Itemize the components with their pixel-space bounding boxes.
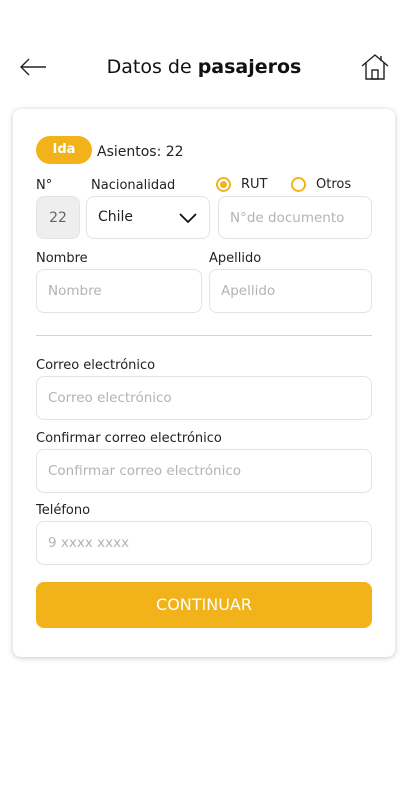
email-confirm-input[interactable] xyxy=(36,449,372,493)
nationality-value: Chile xyxy=(98,209,134,225)
home-button[interactable] xyxy=(360,52,390,82)
passenger-number: 22 xyxy=(36,196,80,239)
last-name-input[interactable] xyxy=(209,269,372,313)
page-title: Datos de pasajeros xyxy=(0,56,408,78)
nationality-select[interactable]: Chile xyxy=(86,196,210,239)
passenger-form-card: Ida Asientos: 22 N° Nacionalidad RUT Otr… xyxy=(13,109,395,657)
nationality-label: Nacionalidad xyxy=(91,178,176,193)
phone-label: Teléfono xyxy=(36,503,91,518)
number-label: N° xyxy=(36,178,53,193)
email-confirm-label: Confirmar correo electrónico xyxy=(36,431,222,446)
document-number-input[interactable] xyxy=(218,196,372,239)
doc-type-otros[interactable]: Otros xyxy=(291,177,351,192)
app-header: Datos de pasajeros xyxy=(0,48,408,88)
direction-badge: Ida xyxy=(36,136,92,164)
doc-type-rut[interactable]: RUT xyxy=(216,177,268,192)
doc-type-rut-label: RUT xyxy=(241,177,268,192)
divider xyxy=(36,335,372,336)
doc-type-otros-label: Otros xyxy=(316,177,352,192)
chevron-down-icon xyxy=(179,213,197,224)
email-input[interactable] xyxy=(36,376,372,420)
radio-rut[interactable] xyxy=(216,177,231,192)
first-name-input[interactable] xyxy=(36,269,202,313)
seats-label: Asientos: 22 xyxy=(97,144,184,160)
first-name-label: Nombre xyxy=(36,251,88,266)
email-label: Correo electrónico xyxy=(36,358,156,373)
continue-button[interactable]: CONTINUAR xyxy=(36,582,372,628)
last-name-label: Apellido xyxy=(209,251,262,266)
phone-input[interactable] xyxy=(36,521,372,565)
home-icon xyxy=(361,54,389,80)
page-title-prefix: Datos de xyxy=(106,56,198,78)
radio-otros[interactable] xyxy=(291,177,306,192)
page-title-bold: pasajeros xyxy=(197,56,302,78)
